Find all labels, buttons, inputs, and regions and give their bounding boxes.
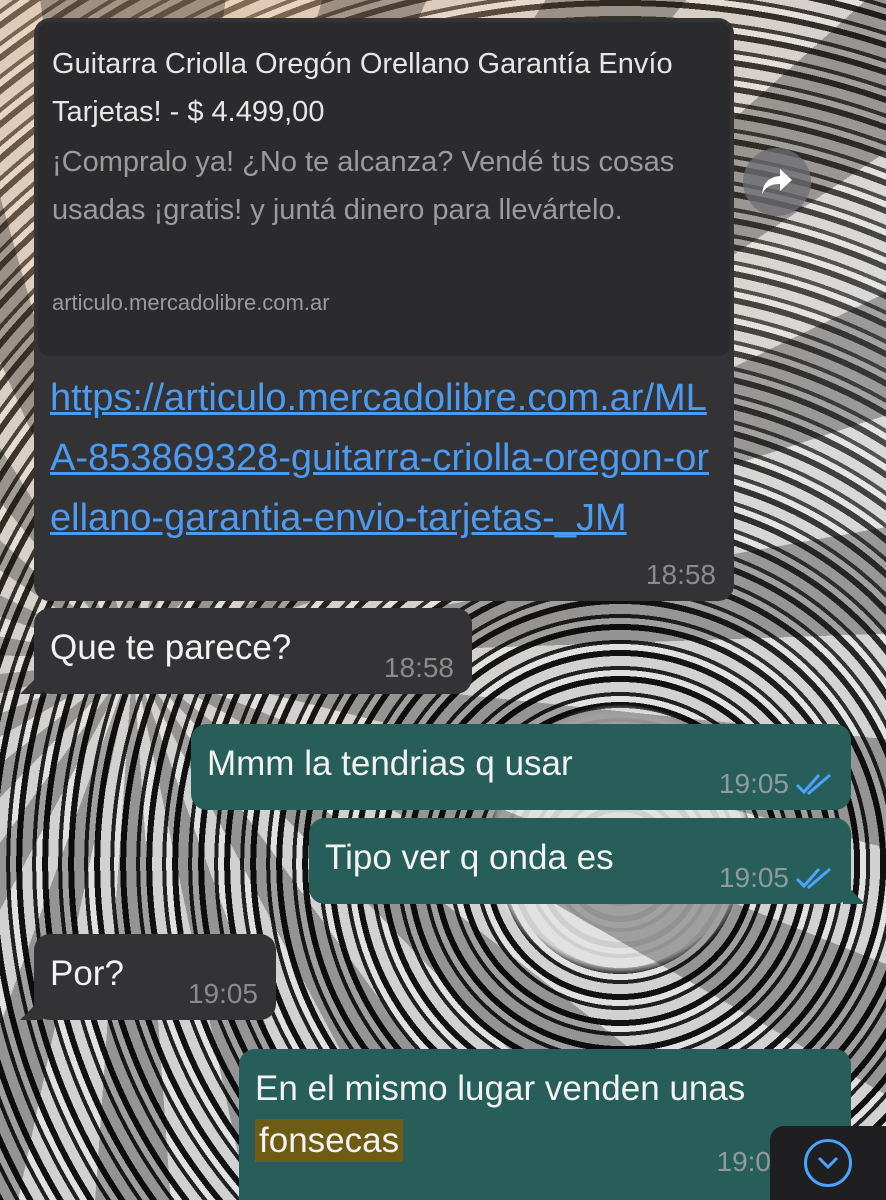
message-bubble-outgoing[interactable]: Mmm la tendrias q usar 19:05 (191, 724, 851, 810)
message-bubble-outgoing[interactable]: En el mismo lugar venden unas fonsecas 1… (239, 1049, 851, 1200)
link-message-bubble[interactable]: Guitarra Criolla Oregón Orellano Garantí… (34, 18, 734, 601)
forward-button[interactable] (743, 148, 811, 216)
forward-arrow-icon (762, 169, 792, 194)
message-timestamp: 19:05 (719, 768, 833, 800)
double-check-icon (795, 773, 831, 796)
message-bubble-incoming[interactable]: Por? 19:05 (20, 934, 276, 1020)
message-timestamp: 19:05 (187, 978, 258, 1009)
message-timestamp: 19:0 (716, 1146, 772, 1177)
search-highlight: fonsecas (255, 1119, 404, 1162)
message-bubble-outgoing[interactable]: Tipo ver q onda es 19:05 (309, 818, 865, 904)
scroll-to-bottom-button[interactable] (770, 1126, 886, 1200)
preview-title: Guitarra Criolla Oregón Orellano Garantí… (52, 48, 673, 128)
message-link[interactable]: https://articulo.mercadolibre.com.ar/MLA… (50, 368, 724, 548)
preview-domain: articulo.mercadolibre.com.ar (52, 290, 330, 315)
link-preview-card[interactable]: Guitarra Criolla Oregón Orellano Garantí… (38, 22, 730, 356)
double-check-icon (795, 867, 831, 890)
preview-description: ¡Compralo ya! ¿No te alcanza? Vendé tus … (52, 146, 675, 226)
message-bubble-incoming[interactable]: Que te parece? 18:58 (20, 608, 472, 694)
message-timestamp: 19:05 (719, 862, 833, 894)
message-timestamp: 18:58 (645, 559, 716, 590)
message-text-plain: En el mismo lugar venden unas (255, 1069, 746, 1108)
message-timestamp: 18:58 (383, 652, 454, 683)
chevron-down-icon (804, 1139, 852, 1187)
chat-area[interactable]: Guitarra Criolla Oregón Orellano Garantí… (0, 0, 886, 1200)
